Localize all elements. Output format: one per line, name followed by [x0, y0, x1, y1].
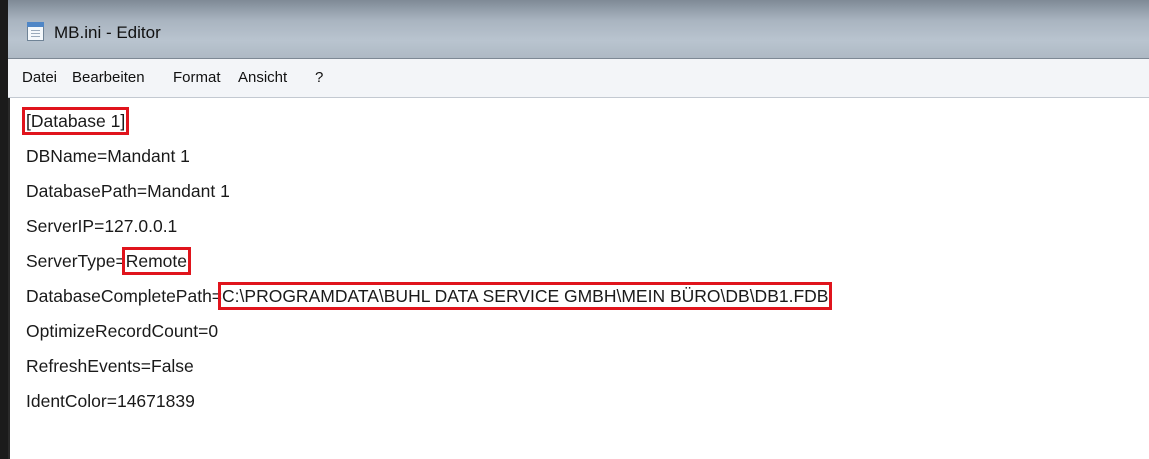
window-title: MB.ini - Editor — [54, 23, 161, 42]
ini-line-serverip: ServerIP=127.0.0.1 — [26, 216, 178, 236]
ini-line-servertype: ServerType=Remote — [26, 247, 192, 275]
ini-line-optimizerecordcount: OptimizeRecordCount=0 — [26, 321, 219, 341]
ini-line-refreshevents: RefreshEvents=False — [26, 356, 194, 376]
highlight-servertype-value: Remote — [121, 247, 192, 275]
ini-line-section: [Database 1] — [21, 107, 130, 135]
menu-bearbeiten[interactable]: Bearbeiten — [72, 69, 145, 86]
ini-line-databasepath: DatabasePath=Mandant 1 — [26, 181, 230, 201]
menu-help[interactable]: ? — [315, 69, 323, 86]
highlight-section-name: [Database 1] — [21, 107, 130, 135]
ini-line-identcolor: IdentColor=14671839 — [26, 391, 195, 411]
menu-bar: Datei Bearbeiten Format Ansicht ? — [8, 59, 1149, 98]
title-bar[interactable]: MB.ini - Editor — [8, 0, 1149, 59]
background-window-edge — [0, 0, 8, 459]
highlight-path-value: C:\PROGRAMDATA\BUHL DATA SERVICE GMBH\ME… — [218, 282, 833, 310]
ini-line-databasecompletepath: DatabaseCompletePath=C:\PROGRAMDATA\BUHL… — [26, 282, 833, 310]
notepad-window: MB.ini - Editor Datei Bearbeiten Format … — [8, 0, 1149, 459]
notepad-icon[interactable] — [27, 22, 44, 41]
ini-line-dbname: DBName=Mandant 1 — [26, 146, 190, 166]
menu-format[interactable]: Format — [173, 69, 221, 86]
menu-datei[interactable]: Datei — [22, 69, 57, 86]
text-editor-area[interactable]: [Database 1] DBName=Mandant 1 DatabasePa… — [8, 98, 1149, 459]
menu-ansicht[interactable]: Ansicht — [238, 69, 287, 86]
